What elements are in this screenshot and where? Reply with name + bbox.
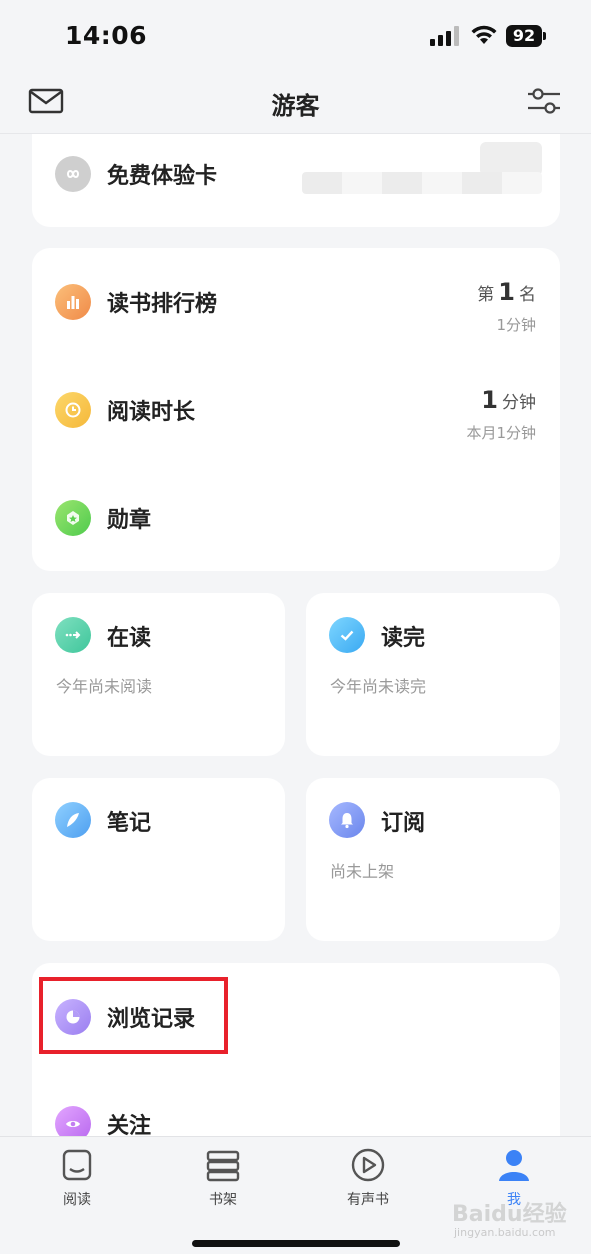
tab-audiobook-label: 有声书 bbox=[347, 1192, 389, 1208]
watermark: Baidu经验 bbox=[452, 1202, 567, 1227]
quill-icon bbox=[55, 802, 91, 838]
reading-time-row[interactable]: 阅读时长 1 分钟 本月1分钟 bbox=[32, 380, 560, 442]
bell-icon bbox=[329, 802, 365, 838]
ranking-sub: 1分钟 bbox=[496, 316, 536, 334]
arrow-right-icon bbox=[55, 617, 91, 653]
tab-bookshelf-label: 书架 bbox=[209, 1192, 237, 1208]
subscribe-label: 订阅 bbox=[381, 811, 426, 836]
medals-label: 勋章 bbox=[107, 508, 152, 533]
play-icon bbox=[351, 1148, 385, 1182]
reading-time-value: 1 分钟 bbox=[481, 386, 536, 414]
home-indicator bbox=[192, 1240, 400, 1247]
clock-icon bbox=[55, 392, 91, 428]
user-icon bbox=[499, 1150, 529, 1181]
book-icon bbox=[62, 1149, 92, 1181]
status-time: 14:06 bbox=[65, 21, 148, 50]
notes-label: 笔记 bbox=[107, 811, 152, 836]
infinity-icon bbox=[55, 156, 91, 192]
blurred-content bbox=[302, 172, 542, 194]
nav-bar: 游客 bbox=[0, 76, 591, 134]
tab-bookshelf[interactable]: 书架 bbox=[173, 1147, 273, 1211]
check-icon bbox=[329, 617, 365, 653]
finished-sub: 今年尚未读完 bbox=[330, 677, 427, 696]
notes-tile[interactable]: 笔记 bbox=[32, 778, 285, 941]
tab-audiobook[interactable]: 有声书 bbox=[318, 1147, 418, 1211]
stats-card: 读书排行榜 第1名 1分钟 阅读时长 1 分钟 本月1分钟 勋章 bbox=[32, 248, 560, 571]
medals-row[interactable]: 勋章 bbox=[32, 488, 560, 548]
tab-read[interactable]: 阅读 bbox=[27, 1147, 127, 1211]
medal-icon bbox=[55, 500, 91, 536]
battery-tip bbox=[543, 32, 546, 40]
highlight-box bbox=[39, 977, 228, 1054]
sliders-icon[interactable] bbox=[526, 85, 562, 117]
bar-chart-icon bbox=[55, 284, 91, 320]
finished-tile[interactable]: 读完 今年尚未读完 bbox=[306, 593, 560, 756]
free-trial-card[interactable]: 免费体验卡 bbox=[32, 134, 560, 227]
reading-sub: 今年尚未阅读 bbox=[56, 677, 153, 696]
status-bar: 14:06 92 bbox=[0, 0, 591, 76]
reading-tile[interactable]: 在读 今年尚未阅读 bbox=[32, 593, 285, 756]
tab-read-label: 阅读 bbox=[63, 1192, 91, 1208]
battery-level: 92 bbox=[506, 25, 542, 47]
bookshelf-icon bbox=[206, 1150, 240, 1182]
ranking-label: 读书排行榜 bbox=[107, 292, 218, 317]
watermark-url: jingyan.baidu.com bbox=[454, 1226, 556, 1239]
ranking-value: 第1名 bbox=[477, 278, 536, 306]
finished-label: 读完 bbox=[381, 626, 426, 651]
page-title: 游客 bbox=[271, 92, 320, 120]
reading-time-label: 阅读时长 bbox=[107, 400, 196, 425]
cellular-signal-icon bbox=[430, 26, 459, 46]
free-trial-label: 免费体验卡 bbox=[107, 164, 218, 189]
ranking-row[interactable]: 读书排行榜 第1名 1分钟 bbox=[32, 272, 560, 334]
subscribe-sub: 尚未上架 bbox=[330, 862, 395, 881]
subscribe-tile[interactable]: 订阅 尚未上架 bbox=[306, 778, 560, 941]
wifi-icon bbox=[471, 25, 497, 44]
blurred-content bbox=[480, 142, 542, 176]
reading-time-sub: 本月1分钟 bbox=[466, 424, 536, 442]
reading-label: 在读 bbox=[107, 626, 152, 651]
